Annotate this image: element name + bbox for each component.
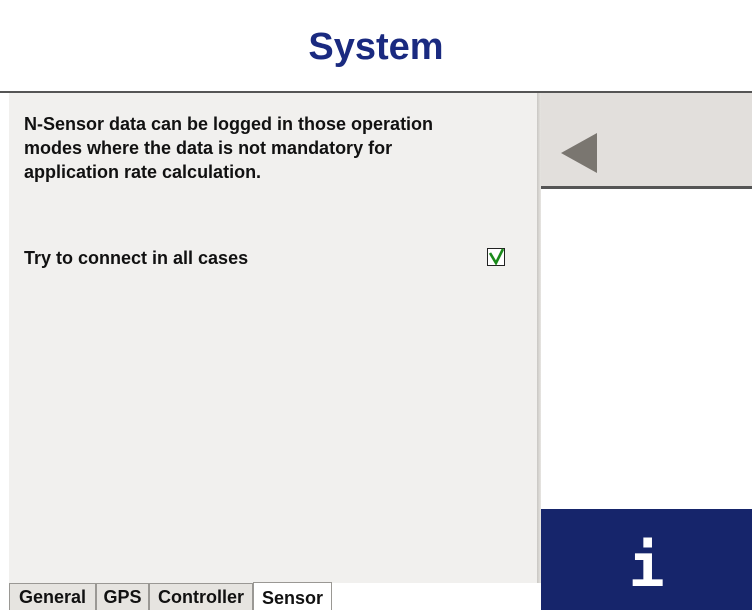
info-icon: i [628, 530, 665, 601]
tab-general[interactable]: General [9, 583, 96, 610]
page-header: System [0, 0, 752, 91]
try-connect-option[interactable]: Try to connect in all cases [24, 246, 514, 270]
info-button[interactable]: i [541, 509, 752, 610]
tab-controller[interactable]: Controller [149, 583, 253, 610]
tab-gps[interactable]: GPS [96, 583, 149, 610]
try-connect-label: Try to connect in all cases [24, 248, 249, 268]
page-title: System [308, 26, 444, 68]
checkmark-icon [488, 248, 505, 266]
back-button[interactable] [541, 93, 752, 189]
left-triangle-icon [561, 133, 597, 173]
sensor-info-text: N-Sensor data can be logged in those ope… [24, 114, 434, 182]
tab-bar: General GPS Controller Sensor [9, 582, 541, 610]
try-connect-checkbox[interactable] [487, 248, 505, 266]
tab-sensor[interactable]: Sensor [253, 582, 332, 610]
